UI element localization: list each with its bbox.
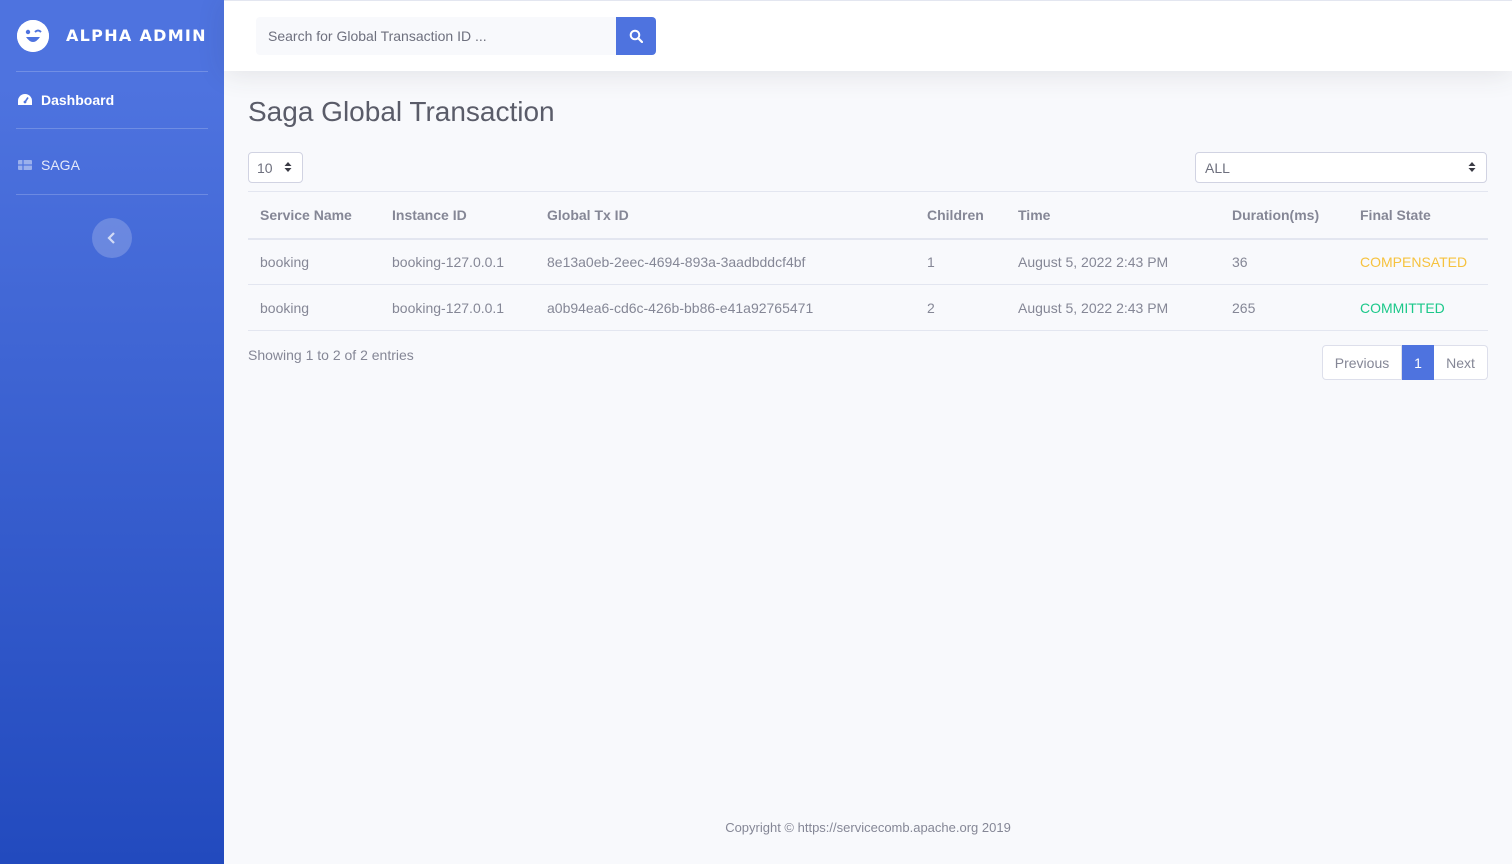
page-title: Saga Global Transaction bbox=[248, 96, 555, 127]
table-icon bbox=[18, 160, 32, 170]
cell-duration: 265 bbox=[1220, 284, 1348, 331]
brand[interactable]: ALPHA ADMIN bbox=[0, 0, 224, 71]
brand-name: ALPHA ADMIN bbox=[66, 26, 207, 45]
table-info: Showing 1 to 2 of 2 entries bbox=[248, 347, 414, 363]
page-length-select[interactable]: 10 bbox=[248, 152, 303, 183]
page-1-button[interactable]: 1 bbox=[1402, 345, 1434, 380]
cell-children: 2 bbox=[915, 284, 1006, 331]
sidebar-item-saga[interactable]: SAGA bbox=[0, 137, 224, 193]
cell-service-name: booking bbox=[248, 238, 380, 285]
state-filter-select[interactable]: ALL bbox=[1195, 152, 1487, 183]
column-header-service-name[interactable]: Service Name bbox=[248, 191, 380, 240]
search-button[interactable] bbox=[616, 17, 656, 55]
tachometer-icon bbox=[18, 94, 32, 105]
search-icon bbox=[629, 29, 643, 43]
next-page-button[interactable]: Next bbox=[1434, 345, 1488, 380]
column-header-instance-id[interactable]: Instance ID bbox=[380, 191, 535, 240]
chevron-left-icon bbox=[107, 232, 115, 244]
footer-copyright: Copyright © https://servicecomb.apache.o… bbox=[725, 820, 1011, 835]
previous-page-button[interactable]: Previous bbox=[1322, 345, 1402, 380]
cell-instance-id: booking-127.0.0.1 bbox=[380, 284, 535, 331]
cell-global-tx-id[interactable]: 8e13a0eb-2eec-4694-893a-3aadbddcf4bf bbox=[535, 238, 915, 285]
table-row[interactable]: booking booking-127.0.0.1 8e13a0eb-2eec-… bbox=[248, 238, 1488, 285]
sort-arrows-icon bbox=[284, 162, 292, 172]
sidebar-toggle-button[interactable] bbox=[92, 218, 132, 258]
search-input[interactable] bbox=[256, 17, 616, 55]
sidebar-divider bbox=[16, 128, 208, 129]
cell-time: August 5, 2022 2:43 PM bbox=[1006, 238, 1220, 285]
table-row[interactable]: booking booking-127.0.0.1 a0b94ea6-cd6c-… bbox=[248, 284, 1488, 331]
search-bar bbox=[256, 17, 656, 55]
cell-time: August 5, 2022 2:43 PM bbox=[1006, 284, 1220, 331]
sidebar-item-label: Dashboard bbox=[41, 92, 115, 108]
sidebar-divider bbox=[16, 194, 208, 195]
column-header-children[interactable]: Children bbox=[915, 191, 1006, 240]
cell-final-state: COMPENSATED bbox=[1348, 238, 1488, 285]
pagination: Previous 1 Next bbox=[1322, 345, 1488, 380]
topbar bbox=[224, 0, 1512, 71]
column-header-duration[interactable]: Duration(ms) bbox=[1220, 191, 1348, 240]
sidebar-item-label: SAGA bbox=[41, 157, 80, 173]
page-length-value: 10 bbox=[257, 159, 273, 176]
sidebar-item-dashboard[interactable]: Dashboard bbox=[0, 72, 224, 128]
cell-service-name: booking bbox=[248, 284, 380, 331]
transactions-table: Service Name Instance ID Global Tx ID Ch… bbox=[248, 191, 1488, 331]
laugh-wink-icon bbox=[17, 19, 49, 52]
table-header-row: Service Name Instance ID Global Tx ID Ch… bbox=[248, 191, 1488, 240]
column-header-global-tx-id[interactable]: Global Tx ID bbox=[535, 191, 915, 240]
sort-arrows-icon bbox=[1468, 162, 1476, 172]
cell-global-tx-id[interactable]: a0b94ea6-cd6c-426b-bb86-e41a92765471 bbox=[535, 284, 915, 331]
cell-final-state: COMMITTED bbox=[1348, 284, 1488, 331]
cell-children: 1 bbox=[915, 238, 1006, 285]
sidebar: ALPHA ADMIN Dashboard SAGA bbox=[0, 0, 224, 864]
cell-duration: 36 bbox=[1220, 238, 1348, 285]
column-header-time[interactable]: Time bbox=[1006, 191, 1220, 240]
state-filter-value: ALL bbox=[1205, 159, 1230, 176]
cell-instance-id: booking-127.0.0.1 bbox=[380, 238, 535, 285]
column-header-final-state[interactable]: Final State bbox=[1348, 191, 1488, 240]
